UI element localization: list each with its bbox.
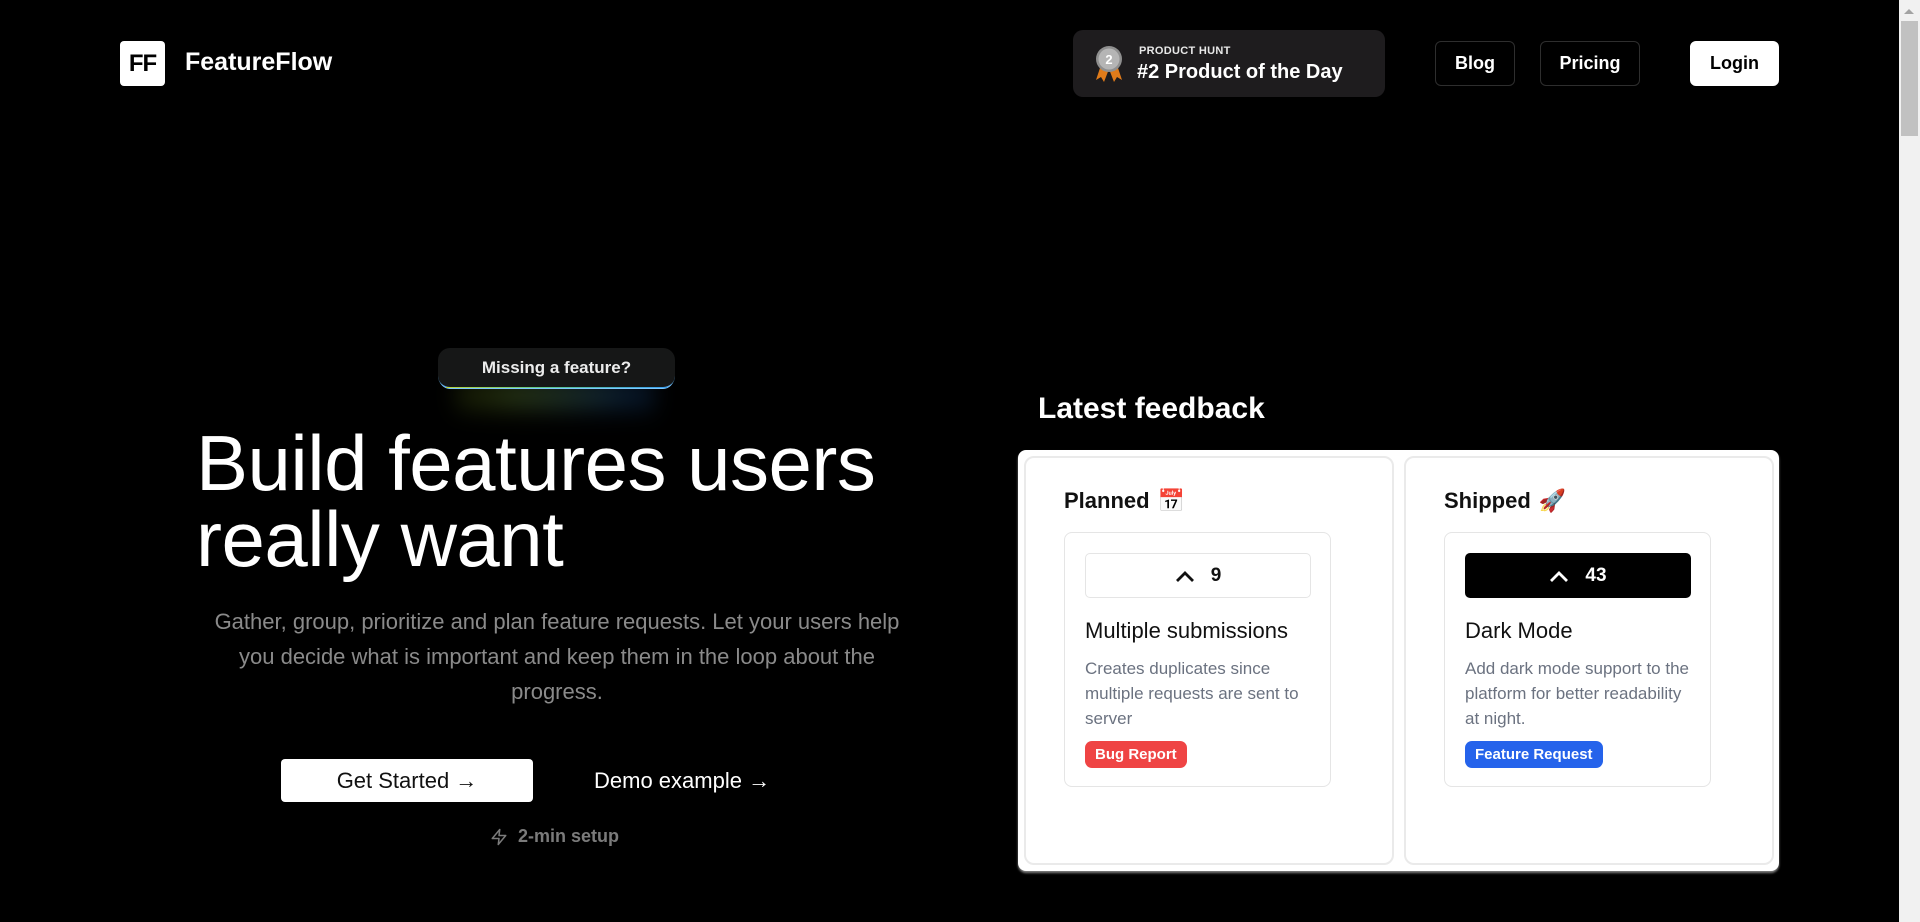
upvote-button[interactable]: 43 — [1465, 553, 1691, 598]
upvote-button[interactable]: 9 — [1085, 553, 1311, 598]
hero-headline: Build features users really want — [196, 419, 876, 583]
nav-blog-button[interactable]: Blog — [1435, 41, 1515, 86]
column-title: Shipped 🚀 — [1444, 488, 1566, 514]
feedback-board: Planned 📅 9 Multiple submissions Creates… — [1018, 450, 1779, 871]
feedback-card[interactable]: 9 Multiple submissions Creates duplicate… — [1064, 532, 1331, 787]
column-shipped: Shipped 🚀 43 Dark Mode Add dark mode sup… — [1404, 456, 1774, 865]
chevron-up-icon — [1550, 570, 1569, 582]
lightning-icon — [491, 828, 507, 845]
chevron-up-icon — [1175, 570, 1194, 582]
scrollbar-thumb[interactable] — [1901, 21, 1918, 136]
medal-number: 2 — [1105, 52, 1112, 67]
column-planned: Planned 📅 9 Multiple submissions Creates… — [1024, 456, 1394, 865]
get-started-button[interactable]: Get Started → — [281, 759, 533, 802]
setup-note-text: 2-min setup — [518, 826, 620, 846]
card-title: Multiple submissions — [1085, 618, 1288, 643]
page-scrollbar[interactable] — [1899, 0, 1920, 922]
medal-icon: 2 — [1096, 46, 1122, 82]
latest-feedback-title: Latest feedback — [1038, 392, 1265, 425]
setup-note: 2-min setup — [490, 826, 619, 847]
nav-pricing-button[interactable]: Pricing — [1540, 41, 1640, 86]
missing-feature-pill[interactable]: Missing a feature? — [438, 348, 675, 388]
column-title: Planned 📅 — [1064, 488, 1185, 514]
card-description: Creates duplicates since multiple reques… — [1085, 659, 1299, 728]
calendar-icon: 📅 — [1157, 488, 1185, 513]
hero-subtext: Gather, group, prioritize and plan featu… — [214, 609, 900, 704]
logo-mark[interactable]: FF — [120, 41, 165, 86]
column-title-text: Planned — [1064, 488, 1150, 513]
card-description: Add dark mode support to the platform fo… — [1465, 659, 1689, 728]
brand-name[interactable]: FeatureFlow — [185, 48, 332, 77]
scroll-up-arrow-icon[interactable] — [1904, 9, 1914, 14]
login-button[interactable]: Login — [1690, 41, 1779, 86]
demo-example-link[interactable]: Demo example → — [594, 759, 794, 802]
tag-badge: Bug Report — [1085, 741, 1187, 768]
vote-count: 9 — [1210, 564, 1222, 586]
feedback-card[interactable]: 43 Dark Mode Add dark mode support to th… — [1444, 532, 1711, 787]
product-hunt-badge[interactable]: 2 PRODUCT HUNT #2 Product of the Day — [1073, 30, 1385, 97]
column-title-text: Shipped — [1444, 488, 1531, 513]
product-hunt-label: PRODUCT HUNT — [1139, 45, 1231, 57]
vote-count: 43 — [1585, 564, 1607, 586]
card-title: Dark Mode — [1465, 618, 1573, 643]
product-hunt-title: #2 Product of the Day — [1137, 61, 1343, 83]
tag-badge: Feature Request — [1465, 741, 1603, 768]
rocket-icon: 🚀 — [1538, 488, 1567, 513]
